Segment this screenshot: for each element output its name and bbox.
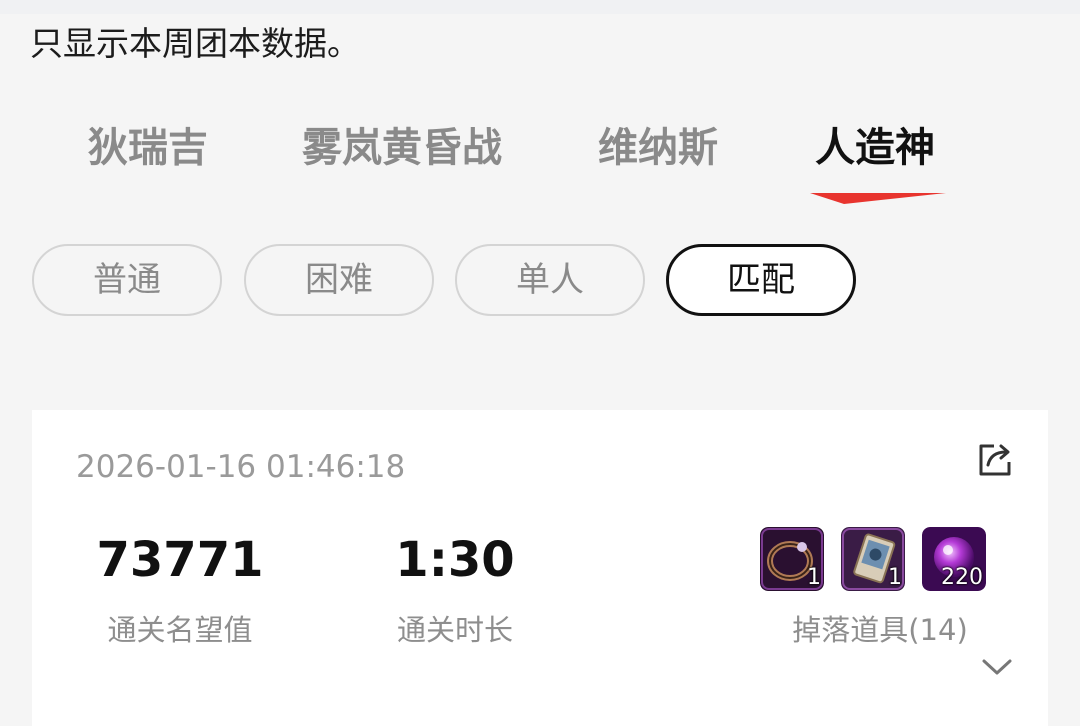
active-tab-underline (810, 193, 946, 204)
drop-items: 1 1 220 (760, 527, 1000, 593)
tab-dirige[interactable]: 狄瑞吉 (88, 118, 208, 178)
reputation-value: 73771 (96, 532, 264, 588)
notice-text: 只显示本周团本数据。 (30, 24, 360, 63)
raid-record-card: 2026-01-16 01:46:18 73771 通关名望值 1:30 通关时… (32, 410, 1048, 726)
duration-label: 通关时长 (396, 613, 513, 647)
filter-normal[interactable]: 普通 (32, 244, 222, 316)
record-timestamp: 2026-01-16 01:46:18 (76, 449, 406, 485)
tab-venus[interactable]: 维纳斯 (598, 118, 718, 178)
drop-item-orb-count: 220 (941, 565, 983, 590)
reputation-label: 通关名望值 (107, 613, 253, 647)
status-strip (0, 0, 1080, 14)
drop-item-ring[interactable]: 1 (760, 527, 824, 591)
drops-label: 掉落道具(14) (792, 613, 968, 647)
share-icon[interactable] (974, 438, 1016, 480)
tab-mist-dusk-battle[interactable]: 雾岚黄昏战 (302, 118, 502, 178)
drop-item-card-count: 1 (888, 565, 902, 590)
difficulty-filters: 普通 困难 单人 匹配 (0, 244, 1080, 316)
drop-item-ring-count: 1 (807, 565, 821, 590)
filter-hard[interactable]: 困难 (244, 244, 434, 316)
duration-value: 1:30 (395, 532, 515, 588)
chevron-down-icon[interactable] (980, 656, 1014, 678)
tab-artificial-god[interactable]: 人造神 (815, 118, 935, 178)
drop-item-card[interactable]: 1 (841, 527, 905, 591)
filter-matchmaking[interactable]: 匹配 (666, 244, 856, 316)
drop-item-orb[interactable]: 220 (922, 527, 986, 591)
filter-solo[interactable]: 单人 (455, 244, 645, 316)
raid-tabs: 狄瑞吉 雾岚黄昏战 维纳斯 人造神 (0, 118, 1080, 178)
